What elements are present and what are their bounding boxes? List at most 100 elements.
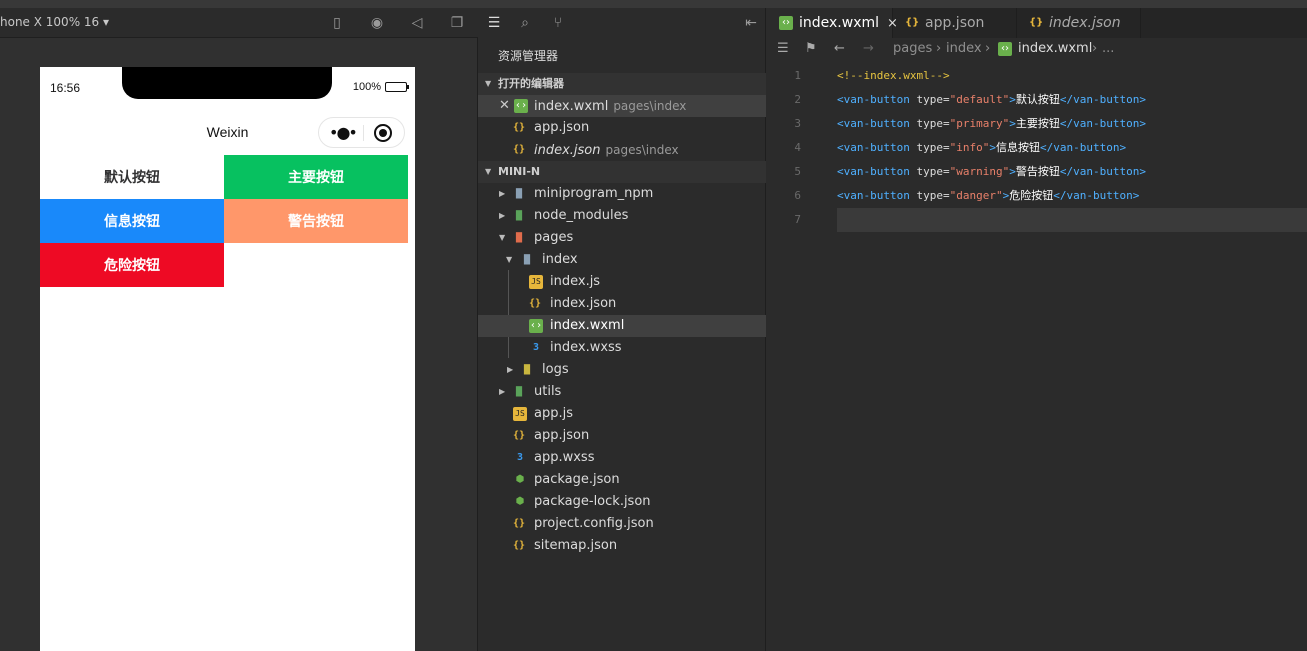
forward-arrow-icon[interactable]: → bbox=[863, 38, 874, 60]
folder-icon: ▇ bbox=[515, 210, 523, 221]
code-line[interactable]: <van-button type="primary">主要按钮</van-but… bbox=[837, 112, 1307, 136]
explorer-list-icon[interactable]: ☰ bbox=[485, 14, 503, 32]
search-icon[interactable]: ⌕ bbox=[516, 14, 534, 32]
tree-item[interactable]: ▼ ▇ pages bbox=[478, 227, 766, 249]
code-tag-bracket: > bbox=[1009, 117, 1016, 130]
code-line[interactable]: <!--index.wxml--> bbox=[837, 64, 1307, 88]
code-editor[interactable]: <!--index.wxml--> <van-button type="defa… bbox=[837, 64, 1307, 232]
code-tag-open: <van-button bbox=[837, 141, 910, 154]
tree-item[interactable]: {} index.json bbox=[478, 293, 766, 315]
breadcrumb-index[interactable]: index bbox=[946, 38, 982, 60]
caret-down-icon: ▼ bbox=[485, 167, 492, 176]
danger-button[interactable]: 危险按钮 bbox=[40, 243, 224, 287]
code-tag-bracket: > bbox=[989, 141, 996, 154]
close-icon[interactable]: ✕ bbox=[499, 95, 510, 117]
tree-item[interactable]: ⬢ package.json bbox=[478, 469, 766, 491]
open-editor-path: pages\index bbox=[613, 99, 687, 113]
tree-item[interactable]: ▼ ▇ index bbox=[478, 249, 766, 271]
code-line[interactable]: <van-button type="danger">危险按钮</van-butt… bbox=[837, 184, 1307, 208]
code-attr: type= bbox=[909, 93, 950, 106]
tab-index-wxml[interactable]: ‹› index.wxml × bbox=[767, 8, 898, 38]
phone-icon[interactable]: ▯ bbox=[328, 14, 346, 32]
tree-item[interactable]: ▶ ▇ node_modules bbox=[478, 205, 766, 227]
tree-item[interactable]: ‹› index.wxml bbox=[478, 315, 766, 337]
close-miniprogram-icon[interactable] bbox=[374, 124, 392, 142]
tree-item[interactable]: ⬢ package-lock.json bbox=[478, 491, 766, 513]
folder-icon: ▇ bbox=[523, 364, 531, 375]
tree-item[interactable]: {} app.json bbox=[478, 425, 766, 447]
menu-capsule: •●• bbox=[318, 117, 405, 148]
tree-item-label: app.wxss bbox=[534, 450, 595, 465]
code-line[interactable]: <van-button type="default">默认按钮</van-but… bbox=[837, 88, 1307, 112]
back-arrow-icon[interactable]: ← bbox=[834, 38, 845, 60]
capsule-divider bbox=[363, 125, 364, 141]
tree-item[interactable]: ▶ ▇ utils bbox=[478, 381, 766, 403]
tree-item[interactable]: 3 app.wxss bbox=[478, 447, 766, 469]
source-control-icon[interactable]: ⑂ bbox=[549, 14, 567, 32]
tree-item[interactable]: JS app.js bbox=[478, 403, 766, 425]
outline-list-icon[interactable]: ☰ bbox=[777, 38, 789, 60]
device-selector[interactable]: hone X 100% 16 ▾ bbox=[0, 15, 109, 29]
breadcrumb-pages[interactable]: pages bbox=[893, 38, 932, 60]
caret-right-icon: ▶ bbox=[499, 189, 506, 198]
tree-item[interactable]: {} project.config.json bbox=[478, 513, 766, 535]
more-icon[interactable]: •●• bbox=[329, 123, 358, 142]
json-file-icon: {} bbox=[512, 518, 526, 529]
open-editor-item[interactable]: {} index.json pages\index bbox=[478, 139, 766, 161]
collapse-panel-icon[interactable]: ⇤ bbox=[742, 14, 760, 32]
code-text: 危险按钮 bbox=[1009, 189, 1054, 202]
js-file-icon: JS bbox=[513, 407, 527, 421]
json-file-icon: {} bbox=[1029, 17, 1044, 28]
tree-item[interactable]: JS index.js bbox=[478, 271, 766, 293]
phone-screen: 16:56 100% Weixin •●• 默认按钮 主要按钮 信息按钮 警告按… bbox=[40, 67, 415, 651]
code-line[interactable]: <van-button type="warning">警告按钮</van-but… bbox=[837, 160, 1307, 184]
default-button[interactable]: 默认按钮 bbox=[40, 155, 224, 199]
code-attr: type= bbox=[909, 165, 950, 178]
tree-item[interactable]: ▶ ▇ logs bbox=[478, 359, 766, 381]
code-attr-value: "danger" bbox=[949, 189, 1003, 202]
code-attr: type= bbox=[909, 189, 950, 202]
tree-item-label: app.json bbox=[534, 428, 590, 443]
folder-icon: ▇ bbox=[515, 188, 523, 199]
tab-index-json[interactable]: {} index.json bbox=[1017, 8, 1141, 38]
code-text: 默认按钮 bbox=[1015, 93, 1060, 106]
code-comment: <!--index.wxml--> bbox=[837, 69, 950, 82]
breadcrumb-file[interactable]: index.wxml bbox=[1018, 38, 1092, 60]
tree-item[interactable]: {} sitemap.json bbox=[478, 535, 766, 557]
tree-item-label: sitemap.json bbox=[534, 538, 618, 553]
code-tag-close: </van-button> bbox=[1059, 165, 1146, 178]
code-attr-value: "default" bbox=[949, 93, 1010, 106]
primary-button[interactable]: 主要按钮 bbox=[224, 155, 408, 199]
node-package-icon: ⬢ bbox=[515, 474, 525, 485]
tab-app-json[interactable]: {} app.json bbox=[893, 8, 1017, 38]
breadcrumb-more[interactable]: ... bbox=[1102, 38, 1114, 60]
tree-item-label: app.js bbox=[534, 406, 573, 421]
open-editor-item[interactable]: {} app.json bbox=[478, 117, 766, 139]
volume-icon[interactable]: ◁ bbox=[408, 14, 426, 32]
open-editors-header[interactable]: ▼ 打开的编辑器 bbox=[478, 73, 766, 95]
project-header[interactable]: ▼ MINI-N bbox=[478, 161, 766, 183]
record-icon[interactable]: ◉ bbox=[368, 14, 386, 32]
code-tag-close: </van-button> bbox=[1059, 117, 1146, 130]
tab-label: index.json bbox=[1049, 15, 1121, 31]
code-text: 信息按钮 bbox=[995, 141, 1040, 154]
caret-right-icon: ▶ bbox=[507, 365, 514, 374]
tree-item-label: utils bbox=[534, 384, 562, 399]
code-tag-close: </van-button> bbox=[1059, 93, 1146, 106]
popout-icon[interactable]: ❐ bbox=[448, 14, 466, 32]
warning-button[interactable]: 警告按钮 bbox=[224, 199, 408, 243]
code-tag-bracket: > bbox=[1009, 93, 1016, 106]
tree-item[interactable]: 3 index.wxss bbox=[478, 337, 766, 359]
code-attr-value: "info" bbox=[949, 141, 990, 154]
bookmark-icon[interactable]: ⚑ bbox=[805, 38, 817, 60]
code-line-current[interactable] bbox=[837, 208, 1307, 232]
tree-item[interactable]: ▶ ▇ miniprogram_npm bbox=[478, 183, 766, 205]
tree-item-label: index.js bbox=[550, 274, 601, 289]
info-button[interactable]: 信息按钮 bbox=[40, 199, 224, 243]
project-label: MINI-N bbox=[498, 165, 541, 178]
open-editor-item[interactable]: ✕ ‹› index.wxml pages\index bbox=[478, 95, 766, 117]
code-line[interactable]: <van-button type="info">信息按钮</van-button… bbox=[837, 136, 1307, 160]
battery-percent: 100% bbox=[352, 81, 381, 93]
line-number: 7 bbox=[794, 213, 801, 226]
caret-down-icon: ▼ bbox=[485, 79, 492, 88]
